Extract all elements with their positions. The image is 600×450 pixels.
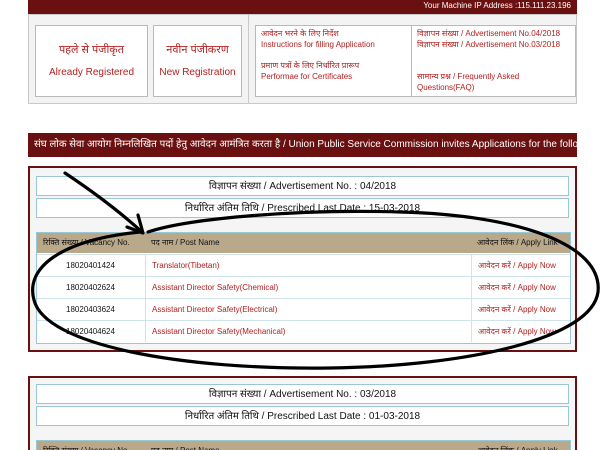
faq-link-line2[interactable]: Questions(FAQ) bbox=[417, 83, 474, 92]
quick-links-left-column: आवेदन भरने के लिए निर्देश Instructions f… bbox=[256, 26, 411, 96]
vacancy-number: 18020401424 bbox=[66, 261, 115, 270]
table-row: 18020403624 Assistant Director Safety(El… bbox=[37, 298, 570, 320]
post-name-link[interactable]: Translator(Tibetan) bbox=[145, 255, 470, 276]
column-header-post: पद नाम / Post Name bbox=[151, 238, 220, 247]
table-row: 18020404624 Assistant Director Safety(Me… bbox=[37, 320, 570, 342]
new-registration-hindi: नवीन पंजीकरण bbox=[166, 44, 229, 56]
apply-now-link[interactable]: आवेदन करें / Apply Now bbox=[471, 299, 570, 320]
apply-now-link[interactable]: आवेदन करें / Apply Now bbox=[471, 255, 570, 276]
column-header-vacancy: रिक्ति संख्या / Vacancy No. bbox=[43, 238, 130, 247]
ip-address-text: Your Machine IP Address :115.111.23.196 bbox=[423, 1, 571, 10]
already-registered-hindi: पहले से पंजीकृत bbox=[58, 44, 125, 56]
instructions-link[interactable]: Instructions for filling Application bbox=[261, 40, 375, 49]
vacancy-table: रिक्ति संख्या / Vacancy No. पद नाम / Pos… bbox=[36, 232, 571, 344]
quick-links-right-column: विज्ञापन संख्या / Advertisement No.04/20… bbox=[411, 26, 575, 96]
apply-now-link[interactable]: आवेदन करें / Apply Now bbox=[471, 321, 570, 342]
band-divider bbox=[248, 15, 249, 103]
instructions-link-hindi[interactable]: आवेदन भरने के लिए निर्देश bbox=[261, 29, 339, 38]
already-registered-label: Already Registered bbox=[48, 67, 135, 78]
advertisement-panel: विज्ञापन संख्या / Advertisement No. : 04… bbox=[28, 166, 577, 352]
top-navigation-band: पहले से पंजीकृत Already Registered नवीन … bbox=[28, 14, 577, 104]
notice-banner: संघ लोक सेवा आयोग निम्नलिखित पदों हेतु आ… bbox=[28, 133, 577, 157]
table-header-row: रिक्ति संख्या / Vacancy No. पद नाम / Pos… bbox=[37, 441, 570, 450]
advertisement-number: विज्ञापन संख्या / Advertisement No. : 03… bbox=[36, 384, 569, 404]
performae-link[interactable]: Performae for Certificates bbox=[261, 72, 352, 81]
table-row: 18020401424 Translator(Tibetan) आवेदन कर… bbox=[37, 254, 570, 276]
advertisement-04-link[interactable]: विज्ञापन संख्या / Advertisement No.04/20… bbox=[417, 29, 560, 38]
post-name-link[interactable]: Assistant Director Safety(Mechanical) bbox=[145, 321, 470, 342]
advertisement-number: विज्ञापन संख्या / Advertisement No. : 04… bbox=[36, 176, 569, 196]
post-name-link[interactable]: Assistant Director Safety(Chemical) bbox=[145, 277, 470, 298]
new-registration-label: New Registration bbox=[159, 67, 236, 78]
apply-now-link[interactable]: आवेदन करें / Apply Now bbox=[471, 277, 570, 298]
column-header-vacancy: रिक्ति संख्या / Vacancy No. bbox=[43, 441, 130, 450]
vacancy-number: 18020403624 bbox=[66, 305, 115, 314]
vacancy-number: 18020402624 bbox=[66, 283, 115, 292]
top-header-strip: Your Machine IP Address :115.111.23.196 bbox=[28, 0, 577, 14]
vacancy-number: 18020404624 bbox=[66, 327, 115, 336]
post-name-link[interactable]: Assistant Director Safety(Electrical) bbox=[145, 299, 470, 320]
table-row: 18020402624 Assistant Director Safety(Ch… bbox=[37, 276, 570, 298]
column-header-apply: आवेदन लिंक / Apply Link bbox=[477, 238, 558, 247]
advertisement-panel: विज्ञापन संख्या / Advertisement No. : 03… bbox=[28, 376, 577, 450]
faq-link[interactable]: सामान्य प्रश्न / Frequently Asked bbox=[417, 72, 519, 81]
column-header-post: पद नाम / Post Name bbox=[151, 441, 220, 450]
already-registered-button[interactable]: पहले से पंजीकृत Already Registered bbox=[35, 25, 148, 97]
table-header-row: रिक्ति संख्या / Vacancy No. पद नाम / Pos… bbox=[37, 233, 570, 253]
prescribed-last-date: निर्धारित अंतिम तिथि / Prescribed Last D… bbox=[36, 198, 569, 218]
performae-link-hindi[interactable]: प्रमाण पत्रों के लिए निर्धारित प्रारूप bbox=[261, 61, 359, 70]
advertisement-03-link[interactable]: विज्ञापन संख्या / Advertisement No.03/20… bbox=[417, 40, 560, 49]
new-registration-button[interactable]: नवीन पंजीकरण New Registration bbox=[153, 25, 242, 97]
quick-links-panel: आवेदन भरने के लिए निर्देश Instructions f… bbox=[255, 25, 576, 97]
vacancy-table: रिक्ति संख्या / Vacancy No. पद नाम / Pos… bbox=[36, 440, 571, 450]
column-header-apply: आवेदन लिंक / Apply Link bbox=[477, 441, 558, 450]
prescribed-last-date: निर्धारित अंतिम तिथि / Prescribed Last D… bbox=[36, 406, 569, 426]
